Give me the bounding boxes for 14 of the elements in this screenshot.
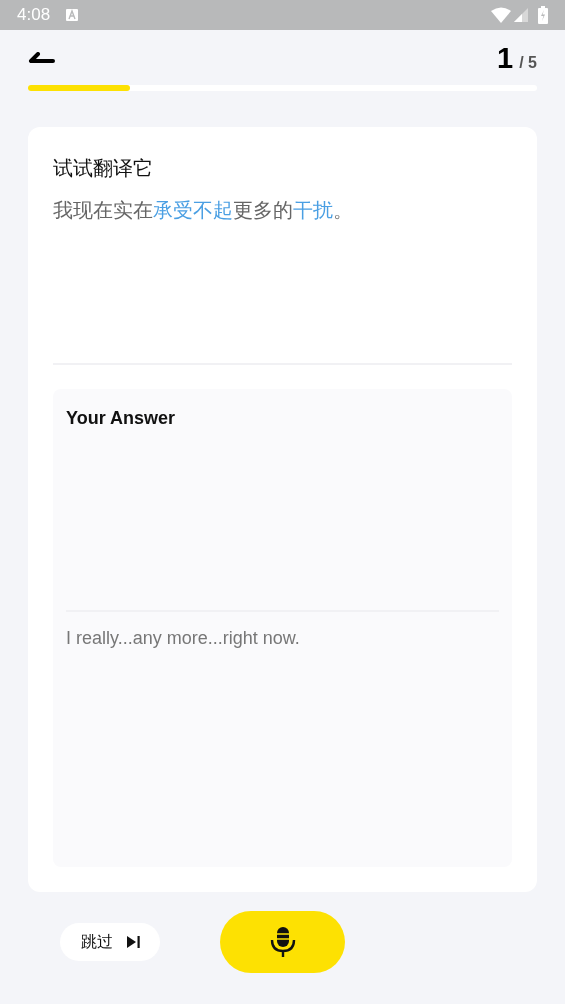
skip-next-icon [126,936,140,948]
answer-input-field[interactable]: I really...any more...right now. [66,624,499,652]
prompt-title: 试试翻译它 [53,156,154,181]
wifi-icon [491,7,511,23]
answer-label: Your Answer [66,407,177,430]
status-time: 4:08 [17,4,51,27]
prompt-sentence: 我现在实在承受不起更多的干扰。 [53,198,354,223]
battery-icon [538,6,548,24]
microphone-icon [268,926,297,958]
skip-button[interactable]: 跳过 [60,923,160,961]
keyboard-icon [66,9,79,21]
current-question-number: 1 [497,43,514,73]
signal-icon [514,8,528,22]
total-questions: / 5 [519,52,537,73]
